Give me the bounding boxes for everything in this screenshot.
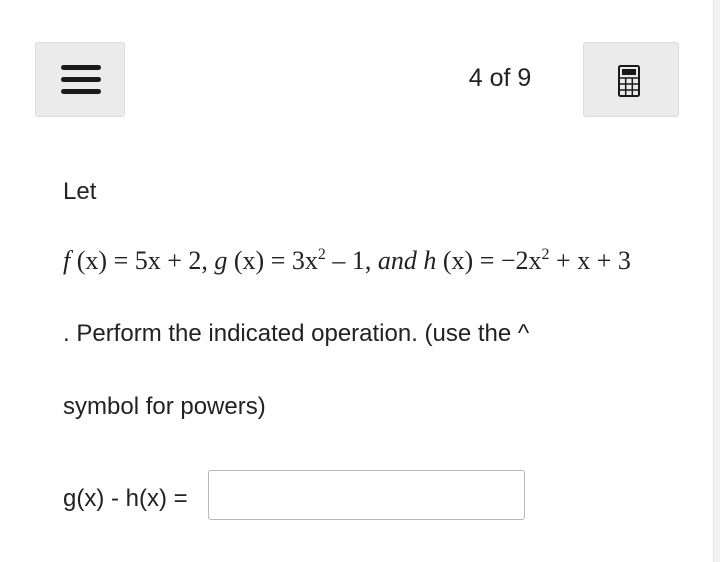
answer-label: g(x) - h(x) = xyxy=(63,485,188,512)
calculator-button[interactable] xyxy=(583,42,679,117)
question-intro: Let xyxy=(63,178,97,205)
conjunction: and xyxy=(377,246,417,275)
g-rhs-tail: – 1, xyxy=(332,246,372,275)
answer-input[interactable] xyxy=(208,470,525,520)
h-arg: (x) xyxy=(442,246,474,275)
g-arg: (x) xyxy=(233,246,265,275)
question-page: 4 of 9 Let f (x) = 5x + 2, g (x) = 3x2 –… xyxy=(0,0,720,562)
g-exponent: 2 xyxy=(317,246,326,263)
g-rhs-main: = 3x xyxy=(270,246,318,275)
f-rhs: = 5x + 2, xyxy=(113,246,208,275)
f-name: f xyxy=(63,246,71,275)
h-rhs-main: = −2x xyxy=(479,246,542,275)
hamburger-menu-icon xyxy=(61,65,101,95)
f-arg: (x) xyxy=(76,246,108,275)
question-progress: 4 of 9 xyxy=(468,64,532,92)
instruction-line-2: symbol for powers) xyxy=(63,393,266,420)
instruction-line-1: . Perform the indicated operation. (use … xyxy=(63,320,530,347)
g-name: g xyxy=(214,246,228,275)
h-rhs-tail: + x + 3 xyxy=(556,246,631,275)
function-definitions: f (x) = 5x + 2, g (x) = 3x2 – 1, and h (… xyxy=(63,246,631,276)
h-exponent: 2 xyxy=(541,246,550,263)
h-name: h xyxy=(423,246,437,275)
calculator-icon xyxy=(618,65,640,97)
scrollbar-track[interactable] xyxy=(713,0,720,562)
menu-button[interactable] xyxy=(35,42,125,117)
